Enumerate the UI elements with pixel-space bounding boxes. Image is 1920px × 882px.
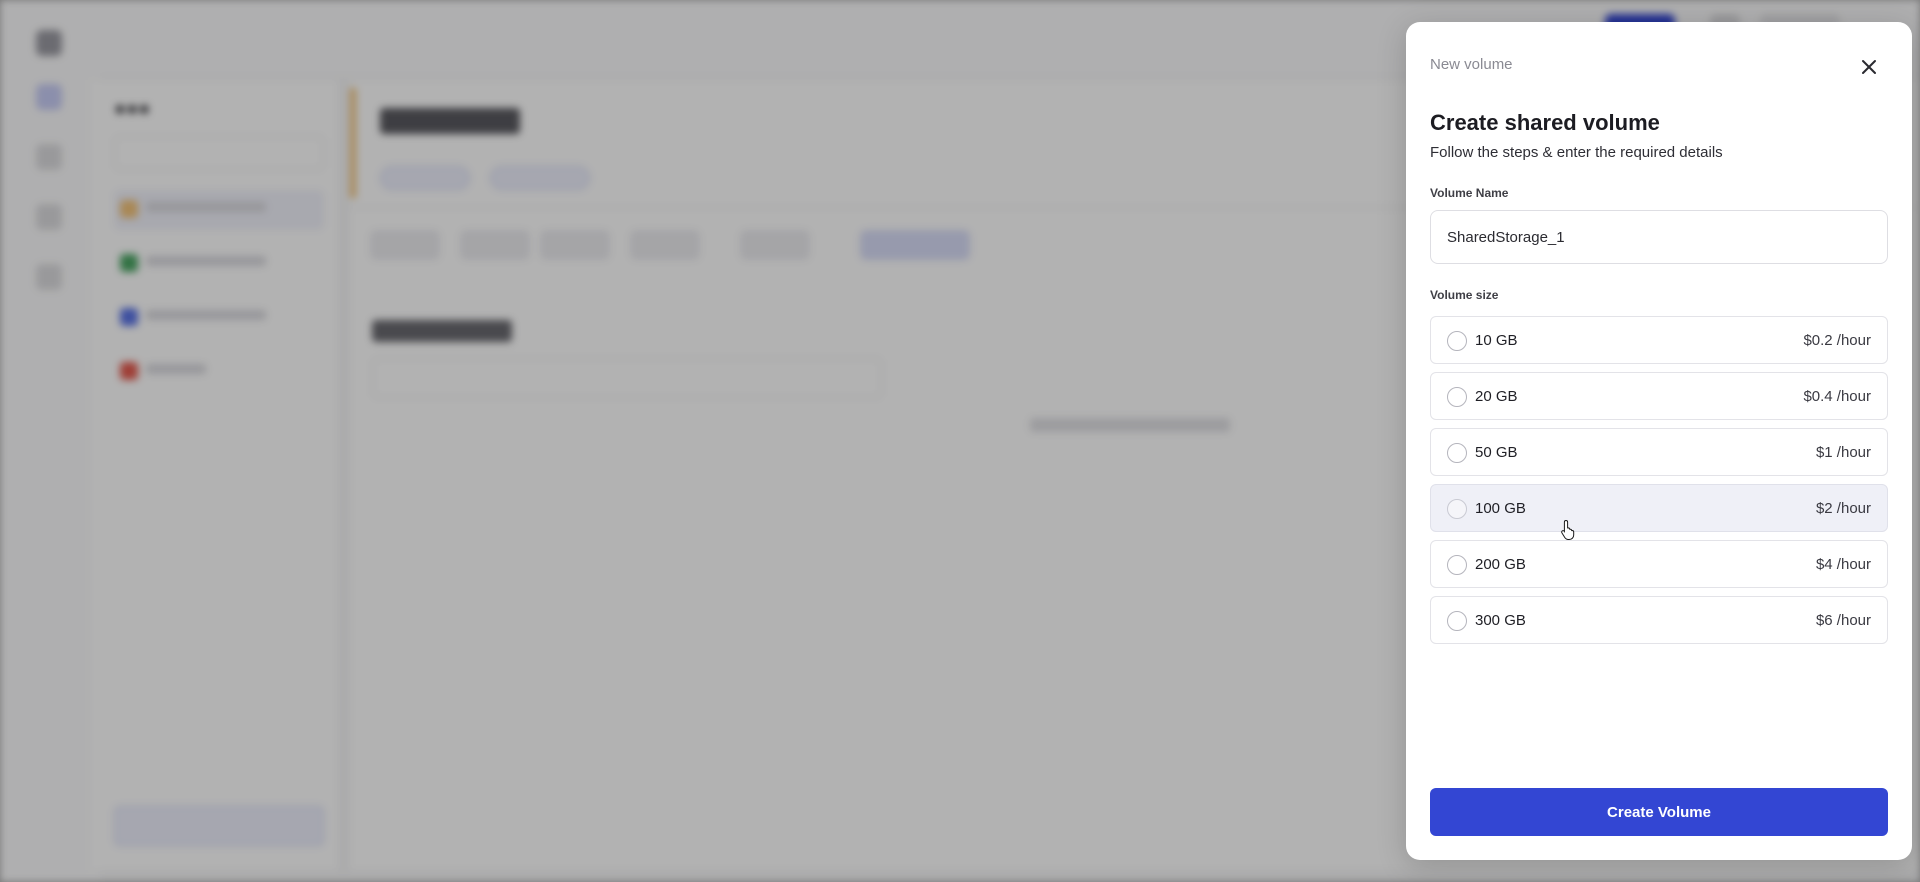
option-size: 20 GB [1475, 388, 1518, 405]
close-icon [1862, 60, 1876, 74]
create-volume-button[interactable]: Create Volume [1430, 788, 1888, 836]
option-size: 200 GB [1475, 556, 1526, 573]
hand-pointer-icon [1561, 520, 1575, 540]
volume-size-label: Volume size [1430, 288, 1499, 302]
volume-size-option[interactable]: 20 GB $0.4 /hour [1430, 372, 1888, 420]
radio-button[interactable] [1447, 443, 1467, 463]
radio-button[interactable] [1447, 387, 1467, 407]
option-size: 100 GB [1475, 500, 1526, 517]
option-size: 50 GB [1475, 444, 1518, 461]
close-button[interactable] [1852, 50, 1886, 84]
radio-button[interactable] [1447, 499, 1467, 519]
volume-name-label: Volume Name [1430, 186, 1509, 200]
volume-size-option[interactable]: 50 GB $1 /hour [1430, 428, 1888, 476]
radio-button[interactable] [1447, 555, 1467, 575]
option-size: 10 GB [1475, 332, 1518, 349]
breadcrumb: New volume [1430, 56, 1513, 73]
option-size: 300 GB [1475, 612, 1526, 629]
option-price: $1 /hour [1815, 444, 1871, 461]
drawer-subtitle: Follow the steps & enter the required de… [1430, 144, 1723, 161]
option-price: $0.4 /hour [1803, 388, 1871, 405]
radio-button[interactable] [1447, 611, 1467, 631]
new-volume-drawer: New volume Create shared volume Follow t… [1406, 22, 1912, 860]
drawer-title: Create shared volume [1430, 110, 1660, 135]
volume-size-option[interactable]: 300 GB $6 /hour [1430, 596, 1888, 644]
radio-button[interactable] [1447, 331, 1467, 351]
option-price: $2 /hour [1815, 500, 1871, 517]
volume-size-option-hovered[interactable]: 100 GB $2 /hour [1430, 484, 1888, 532]
option-price: $6 /hour [1815, 612, 1871, 629]
option-price: $0.2 /hour [1803, 332, 1871, 349]
volume-name-input[interactable] [1430, 210, 1888, 264]
volume-size-option[interactable]: 10 GB $0.2 /hour [1430, 316, 1888, 364]
volume-size-option[interactable]: 200 GB $4 /hour [1430, 540, 1888, 588]
option-price: $4 /hour [1815, 556, 1871, 573]
